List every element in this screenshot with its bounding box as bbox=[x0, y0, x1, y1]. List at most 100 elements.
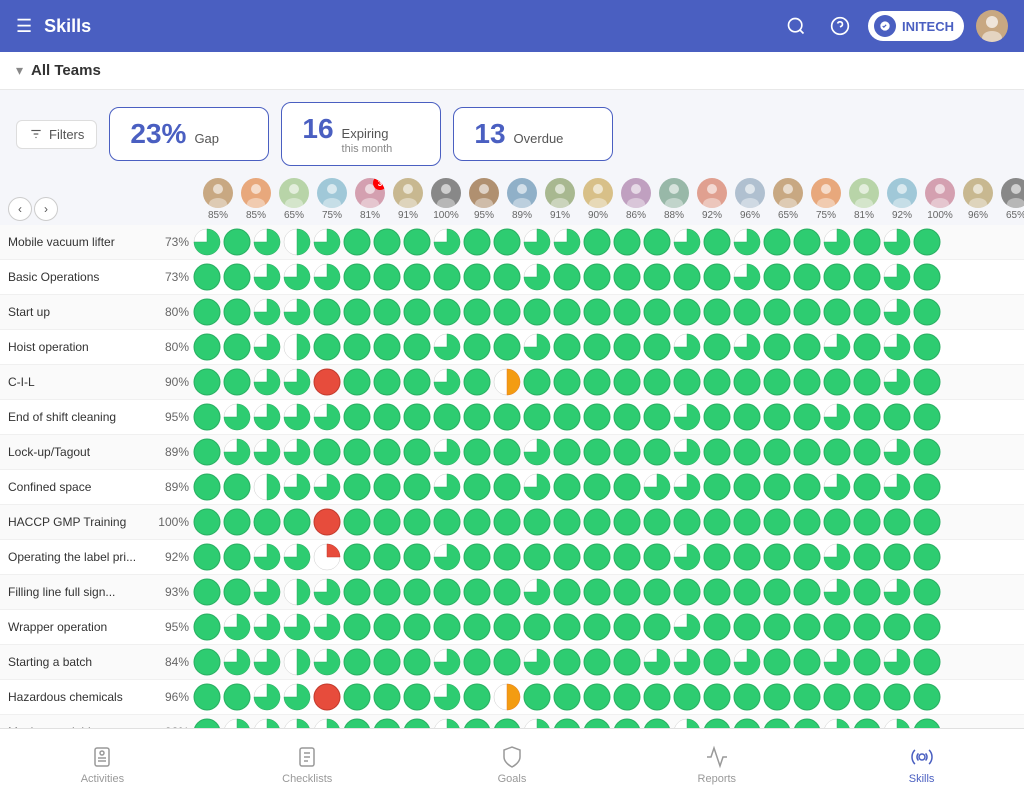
skill-cell[interactable] bbox=[913, 508, 941, 536]
skill-cell[interactable] bbox=[193, 508, 221, 536]
person-col[interactable]: 92% bbox=[884, 178, 920, 221]
skill-cell[interactable] bbox=[403, 648, 431, 676]
skill-cell[interactable] bbox=[583, 298, 611, 326]
skill-cell[interactable] bbox=[343, 648, 371, 676]
skill-cell[interactable] bbox=[913, 578, 941, 606]
skill-cell[interactable] bbox=[613, 683, 641, 711]
skill-cell[interactable] bbox=[373, 473, 401, 501]
skill-cell[interactable] bbox=[613, 368, 641, 396]
nav-item-checklists[interactable]: Checklists bbox=[205, 729, 410, 800]
skill-cell[interactable] bbox=[703, 263, 731, 291]
skill-cell[interactable] bbox=[883, 508, 911, 536]
skill-cell[interactable] bbox=[493, 718, 521, 728]
skill-cell[interactable] bbox=[913, 648, 941, 676]
skill-cell[interactable] bbox=[343, 298, 371, 326]
skill-cell[interactable] bbox=[583, 543, 611, 571]
skill-cell[interactable] bbox=[223, 228, 251, 256]
skill-cell[interactable] bbox=[313, 473, 341, 501]
skill-cell[interactable] bbox=[403, 578, 431, 606]
skill-cell[interactable] bbox=[313, 508, 341, 536]
skill-cell[interactable] bbox=[313, 333, 341, 361]
skill-cell[interactable] bbox=[793, 438, 821, 466]
skill-cell[interactable] bbox=[493, 683, 521, 711]
skill-cell[interactable] bbox=[313, 683, 341, 711]
table-row[interactable]: Filling line full sign...93% bbox=[0, 575, 1024, 610]
skill-cell[interactable] bbox=[223, 718, 251, 728]
skill-cell[interactable] bbox=[343, 403, 371, 431]
skill-cell[interactable] bbox=[433, 298, 461, 326]
skill-cell[interactable] bbox=[523, 718, 551, 728]
skill-cell[interactable] bbox=[283, 648, 311, 676]
gap-stat-card[interactable]: 23% Gap bbox=[109, 107, 269, 161]
skill-cell[interactable] bbox=[853, 228, 881, 256]
skill-cell[interactable] bbox=[193, 578, 221, 606]
skill-cell[interactable] bbox=[553, 473, 581, 501]
skill-cell[interactable] bbox=[703, 648, 731, 676]
skill-cell[interactable] bbox=[703, 683, 731, 711]
person-col[interactable]: 75% bbox=[808, 178, 844, 221]
skill-cell[interactable] bbox=[613, 263, 641, 291]
skill-cell[interactable] bbox=[433, 578, 461, 606]
skill-cell[interactable] bbox=[613, 508, 641, 536]
skill-cell[interactable] bbox=[733, 438, 761, 466]
skill-cell[interactable] bbox=[883, 403, 911, 431]
skill-cell[interactable] bbox=[613, 718, 641, 728]
skill-cell[interactable] bbox=[493, 508, 521, 536]
skill-cell[interactable] bbox=[643, 403, 671, 431]
skill-cell[interactable] bbox=[253, 263, 281, 291]
skill-cell[interactable] bbox=[733, 718, 761, 728]
skill-cell[interactable] bbox=[193, 333, 221, 361]
skill-cell[interactable] bbox=[493, 578, 521, 606]
skill-cell[interactable] bbox=[463, 438, 491, 466]
skill-cell[interactable] bbox=[373, 683, 401, 711]
skill-cell[interactable] bbox=[853, 298, 881, 326]
skill-cell[interactable] bbox=[673, 333, 701, 361]
skill-cell[interactable] bbox=[373, 368, 401, 396]
skill-cell[interactable] bbox=[343, 613, 371, 641]
skill-cell[interactable] bbox=[643, 718, 671, 728]
skill-cell[interactable] bbox=[223, 543, 251, 571]
skill-cell[interactable] bbox=[823, 613, 851, 641]
skill-cell[interactable] bbox=[733, 683, 761, 711]
skill-cell[interactable] bbox=[913, 543, 941, 571]
skill-cell[interactable] bbox=[223, 648, 251, 676]
user-avatar[interactable] bbox=[976, 10, 1008, 42]
skill-cell[interactable] bbox=[523, 438, 551, 466]
skill-cell[interactable] bbox=[313, 438, 341, 466]
skill-cell[interactable] bbox=[553, 298, 581, 326]
skill-cell[interactable] bbox=[193, 228, 221, 256]
skill-cell[interactable] bbox=[283, 333, 311, 361]
skill-cell[interactable] bbox=[523, 613, 551, 641]
skill-cell[interactable] bbox=[553, 228, 581, 256]
skill-cell[interactable] bbox=[343, 368, 371, 396]
skill-cell[interactable] bbox=[343, 438, 371, 466]
skill-cell[interactable] bbox=[793, 613, 821, 641]
skill-cell[interactable] bbox=[913, 718, 941, 728]
skill-cell[interactable] bbox=[223, 473, 251, 501]
skill-cell[interactable] bbox=[823, 403, 851, 431]
skill-cell[interactable] bbox=[583, 368, 611, 396]
skill-cell[interactable] bbox=[403, 228, 431, 256]
help-icon[interactable] bbox=[824, 10, 856, 42]
skill-cell[interactable] bbox=[463, 508, 491, 536]
skill-cell[interactable] bbox=[463, 543, 491, 571]
skill-cell[interactable] bbox=[703, 473, 731, 501]
skill-cell[interactable] bbox=[583, 228, 611, 256]
skill-cell[interactable] bbox=[463, 613, 491, 641]
skill-cell[interactable] bbox=[493, 298, 521, 326]
skill-cell[interactable] bbox=[283, 473, 311, 501]
skill-cell[interactable] bbox=[733, 648, 761, 676]
skill-cell[interactable] bbox=[283, 578, 311, 606]
skill-cell[interactable] bbox=[823, 718, 851, 728]
skill-cell[interactable] bbox=[523, 298, 551, 326]
skill-cell[interactable] bbox=[193, 368, 221, 396]
skill-cell[interactable] bbox=[313, 368, 341, 396]
skill-cell[interactable] bbox=[763, 228, 791, 256]
skill-cell[interactable] bbox=[223, 578, 251, 606]
skill-cell[interactable] bbox=[673, 473, 701, 501]
skill-cell[interactable] bbox=[433, 263, 461, 291]
skill-cell[interactable] bbox=[793, 578, 821, 606]
skill-cell[interactable] bbox=[733, 508, 761, 536]
skill-cell[interactable] bbox=[313, 263, 341, 291]
skill-cell[interactable] bbox=[553, 718, 581, 728]
